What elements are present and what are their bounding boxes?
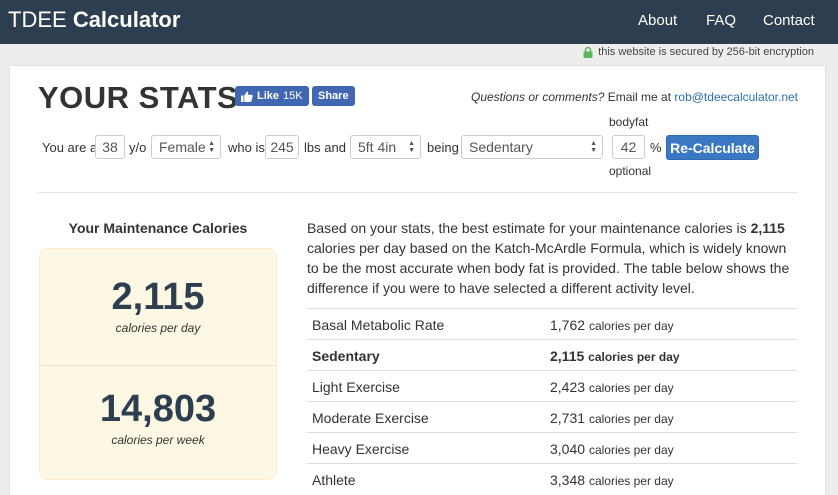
facebook-like-count: 15K <box>283 90 303 102</box>
activity-level-table: Basal Metabolic Rate 1,762 calories per … <box>307 308 797 494</box>
calorie-number: 2,731 <box>550 410 586 426</box>
table-row-selected: Sedentary 2,115 calories per day <box>307 339 797 370</box>
calories-box-divider <box>39 365 277 366</box>
activity-select[interactable]: Sedentary ▲ ▼ <box>461 135 603 159</box>
desc-part1: Based on your stats, the best estimate f… <box>307 220 751 236</box>
lock-icon <box>583 46 593 58</box>
calorie-unit: calories per day <box>588 412 674 426</box>
brand-text-bold: Calculator <box>72 7 181 32</box>
security-text: this website is secured by 256-bit encry… <box>598 46 814 58</box>
calorie-unit: calories per day <box>588 381 674 395</box>
calorie-unit: calories per day <box>588 443 674 457</box>
table-row: Light Exercise 2,423 calories per day <box>307 370 797 401</box>
results-description: Based on your stats, the best estimate f… <box>307 218 797 298</box>
activity-value: 3,348 calories per day <box>550 472 674 488</box>
optional-label: optional <box>609 164 652 178</box>
select-arrows-icon: ▲ ▼ <box>590 140 597 154</box>
activity-name: Sedentary <box>312 348 380 364</box>
height-select[interactable]: 5ft 4in ▲ ▼ <box>350 135 421 159</box>
weight-unit-label: lbs and <box>304 140 346 155</box>
activity-value: Sedentary <box>469 139 533 155</box>
bodyfat-unit-label: % <box>650 140 662 155</box>
desc-highlight: 2,115 <box>750 220 785 236</box>
activity-name: Light Exercise <box>312 379 400 395</box>
contact-email-link[interactable]: rob@tdeecalculator.net <box>674 90 798 104</box>
activity-name: Heavy Exercise <box>312 441 410 457</box>
height-value: 5ft 4in <box>358 139 397 155</box>
maintenance-title: Your Maintenance Calories <box>68 220 248 236</box>
being-label: being <box>427 140 459 155</box>
table-row: Basal Metabolic Rate 1,762 calories per … <box>307 308 797 339</box>
you-are-label: You are a <box>42 140 98 155</box>
activity-value: 2,115 calories per day <box>550 348 680 364</box>
contact-line: Questions or comments? Email me at rob@t… <box>471 90 798 104</box>
select-arrows-icon: ▲ ▼ <box>408 140 415 154</box>
navbar: TDEE Calculator About FAQ Contact <box>0 0 838 44</box>
nav-link-contact[interactable]: Contact <box>763 12 815 29</box>
calorie-unit: calories per day <box>588 350 680 364</box>
security-note: this website is secured by 256-bit encry… <box>583 46 814 58</box>
calorie-number: 1,762 <box>550 317 586 333</box>
select-arrows-icon: ▲ ▼ <box>208 140 215 154</box>
page-title: YOUR STATS <box>38 80 239 115</box>
calorie-unit: calories per day <box>588 474 674 488</box>
table-row: Moderate Exercise 2,731 calories per day <box>307 401 797 432</box>
brand-logo[interactable]: TDEE Calculator <box>8 7 180 33</box>
section-divider <box>38 192 798 193</box>
activity-value: 3,040 calories per day <box>550 441 674 457</box>
calorie-unit: calories per day <box>588 319 674 333</box>
bodyfat-input[interactable]: 42 <box>612 135 645 159</box>
age-input[interactable]: 38 <box>95 135 125 159</box>
nav-link-about[interactable]: About <box>638 12 677 29</box>
activity-name: Athlete <box>312 472 356 488</box>
contact-question: Questions or comments? <box>470 90 605 104</box>
calorie-number: 3,348 <box>550 472 586 488</box>
activity-value: 2,731 calories per day <box>550 410 674 426</box>
contact-prefix: Email me at <box>604 90 675 104</box>
recalculate-button[interactable]: Re-Calculate <box>666 135 759 160</box>
bodyfat-label: bodyfat <box>609 115 649 129</box>
gender-select[interactable]: Female ▲ ▼ <box>151 135 221 159</box>
facebook-share-button[interactable]: Share <box>312 86 355 106</box>
facebook-like-button[interactable]: Like 15K <box>235 86 309 106</box>
activity-name: Moderate Exercise <box>312 410 429 426</box>
weekly-calories-label: calories per week <box>111 433 205 447</box>
brand-text-light: TDEE <box>8 7 67 32</box>
facebook-like-label: Like <box>257 90 280 102</box>
gender-value: Female <box>159 139 206 155</box>
thumbs-up-icon <box>241 91 253 102</box>
activity-value: 2,423 calories per day <box>550 379 674 395</box>
calorie-number: 3,040 <box>550 441 586 457</box>
weekly-calories-value: 14,803 <box>99 388 217 430</box>
activity-value: 1,762 calories per day <box>550 317 674 333</box>
activity-name: Basal Metabolic Rate <box>312 317 445 333</box>
table-row: Athlete 3,348 calories per day <box>307 463 797 494</box>
daily-calories-label: calories per day <box>115 321 201 335</box>
who-is-label: who is <box>228 140 265 155</box>
table-row: Heavy Exercise 3,040 calories per day <box>307 432 797 463</box>
nav-link-faq[interactable]: FAQ <box>706 12 736 29</box>
daily-calories-value: 2,115 <box>111 276 205 318</box>
desc-part2: calories per day based on the Katch-McAr… <box>307 240 790 296</box>
calorie-number: 2,115 <box>550 348 585 364</box>
calorie-number: 2,423 <box>550 379 586 395</box>
age-unit-label: y/o <box>129 140 147 155</box>
weight-input[interactable]: 245 <box>265 135 299 159</box>
